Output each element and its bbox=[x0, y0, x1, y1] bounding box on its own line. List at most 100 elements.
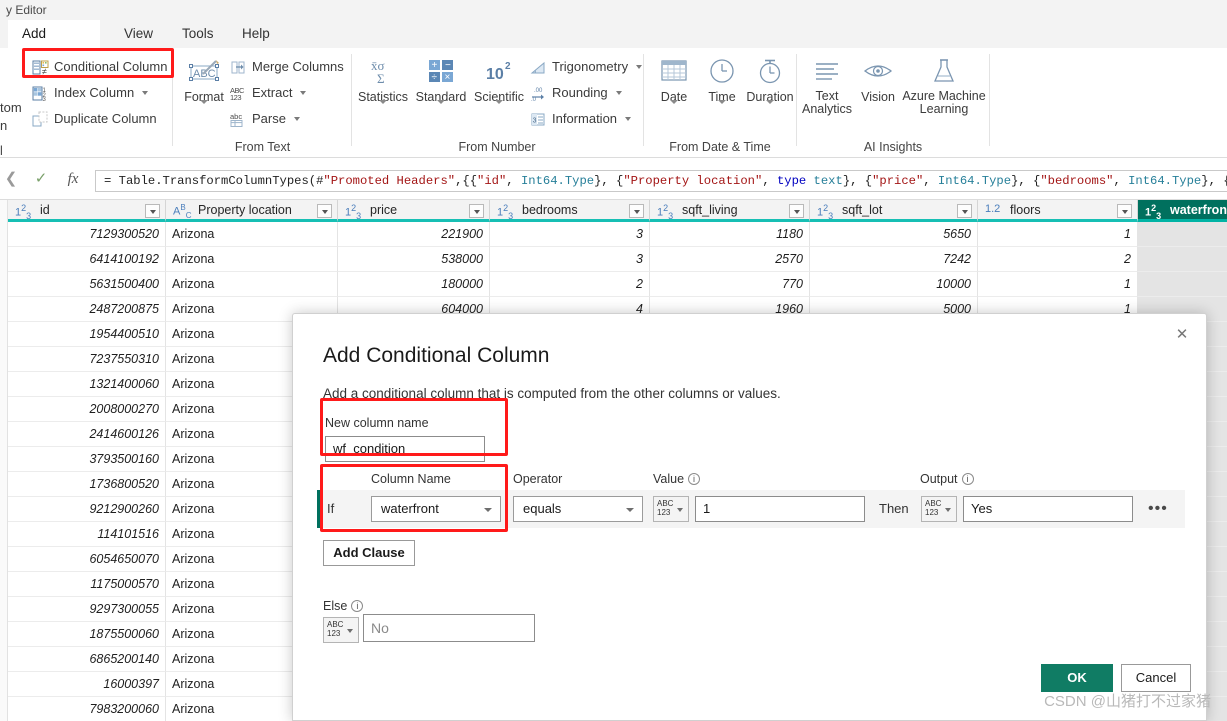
table-cell[interactable]: 3 bbox=[490, 247, 650, 272]
info-icon[interactable]: i bbox=[961, 473, 974, 485]
chevron-down-icon[interactable] bbox=[142, 91, 149, 95]
ribbon-information[interactable]: 3 Information bbox=[530, 108, 632, 130]
column-header-sqft_lot[interactable]: 123 sqft_lot bbox=[810, 200, 978, 222]
ribbon-duration-button[interactable]: Duration bbox=[744, 54, 796, 118]
column-header-sqft_living[interactable]: 123 sqft_living bbox=[650, 200, 810, 222]
chevron-down-icon[interactable] bbox=[670, 100, 678, 118]
table-cell[interactable]: 3 bbox=[490, 222, 650, 247]
ribbon-standard-button[interactable]: + − ÷ × Standard bbox=[410, 54, 472, 118]
table-cell[interactable]: 9297300055 bbox=[8, 597, 166, 622]
table-cell[interactable] bbox=[1138, 272, 1227, 297]
else-value-input[interactable]: No bbox=[363, 614, 535, 642]
chevron-down-icon[interactable] bbox=[300, 91, 307, 95]
chevron-down-icon[interactable] bbox=[437, 100, 445, 118]
table-cell[interactable]: Arizona bbox=[166, 247, 338, 272]
tab-tools[interactable]: Tools bbox=[168, 20, 228, 48]
info-icon[interactable]: i bbox=[351, 600, 364, 612]
ribbon-time-button[interactable]: Time bbox=[698, 54, 746, 118]
chevron-down-icon[interactable] bbox=[718, 100, 726, 118]
table-cell[interactable]: 5650 bbox=[810, 222, 978, 247]
chevron-down-icon[interactable] bbox=[379, 100, 387, 118]
table-cell[interactable]: 2 bbox=[978, 247, 1138, 272]
fx-icon[interactable]: fx bbox=[62, 169, 84, 189]
cancel-button[interactable]: Cancel bbox=[1121, 664, 1191, 692]
table-cell[interactable]: 1 bbox=[978, 222, 1138, 247]
clause-output-input[interactable]: Yes bbox=[963, 496, 1133, 522]
tab-add-column[interactable]: Add Column bbox=[8, 20, 100, 69]
column-filter-dropdown[interactable] bbox=[317, 204, 332, 218]
table-cell[interactable]: 7242 bbox=[810, 247, 978, 272]
ribbon-scientific-button[interactable]: 10 2 Scientific bbox=[468, 54, 530, 118]
table-cell[interactable]: 7237550310 bbox=[8, 347, 166, 372]
table-cell[interactable]: 2570 bbox=[650, 247, 810, 272]
tab-help[interactable]: Help bbox=[228, 20, 284, 48]
table-cell[interactable]: 9212900260 bbox=[8, 497, 166, 522]
clause-output-type-selector[interactable]: ABC 123 bbox=[921, 496, 957, 522]
chevron-down-icon[interactable] bbox=[200, 100, 208, 118]
close-icon[interactable]: ✕ bbox=[1170, 324, 1194, 346]
ribbon-rounding[interactable]: .00 .0 Rounding bbox=[530, 82, 622, 104]
column-filter-dropdown[interactable] bbox=[469, 204, 484, 218]
table-cell[interactable]: 2008000270 bbox=[8, 397, 166, 422]
column-filter-dropdown[interactable] bbox=[629, 204, 644, 218]
tab-view[interactable]: View bbox=[110, 20, 167, 48]
ribbon-conditional-column[interactable]: ≠ Conditional Column bbox=[32, 56, 167, 78]
column-header-floors[interactable]: 1.2 floors bbox=[978, 200, 1138, 222]
table-cell[interactable]: 180000 bbox=[338, 272, 490, 297]
table-cell[interactable]: 2 bbox=[490, 272, 650, 297]
ribbon-merge-columns[interactable]: Merge Columns bbox=[230, 56, 344, 78]
add-clause-button[interactable]: Add Clause bbox=[323, 540, 415, 566]
clause-value-input[interactable]: 1 bbox=[695, 496, 865, 522]
chevron-down-icon[interactable] bbox=[625, 117, 632, 121]
table-cell[interactable]: 5631500400 bbox=[8, 272, 166, 297]
table-cell[interactable]: 1175000570 bbox=[8, 572, 166, 597]
table-cell[interactable]: 6414100192 bbox=[8, 247, 166, 272]
table-cell[interactable]: Arizona bbox=[166, 222, 338, 247]
table-cell[interactable] bbox=[1138, 247, 1227, 272]
clause-value-type-selector[interactable]: ABC 123 bbox=[653, 496, 689, 522]
column-header-property-location[interactable]: ABC Property location bbox=[166, 200, 338, 222]
checkmark-icon[interactable]: ✓ bbox=[30, 169, 52, 189]
table-cell[interactable]: 10000 bbox=[810, 272, 978, 297]
info-icon[interactable]: i bbox=[688, 473, 701, 485]
column-header-waterfront[interactable]: 123 waterfront bbox=[1138, 200, 1227, 222]
ribbon-statistics-button[interactable]: x̄σ Σ Statistics bbox=[352, 54, 414, 118]
table-cell[interactable]: 2487200875 bbox=[8, 297, 166, 322]
ribbon-date-button[interactable]: Date bbox=[650, 54, 698, 118]
else-type-selector[interactable]: ABC 123 bbox=[323, 617, 359, 643]
ok-button[interactable]: OK bbox=[1041, 664, 1113, 692]
table-cell[interactable]: 1736800520 bbox=[8, 472, 166, 497]
chevron-down-icon[interactable] bbox=[495, 100, 503, 118]
table-cell[interactable]: 770 bbox=[650, 272, 810, 297]
column-header-price[interactable]: 123 price bbox=[338, 200, 490, 222]
ribbon-parse[interactable]: abc Parse bbox=[230, 108, 300, 130]
table-cell[interactable]: 7129300520 bbox=[8, 222, 166, 247]
ribbon-format-button[interactable]: ABC Format bbox=[178, 54, 230, 118]
table-cell[interactable]: 1180 bbox=[650, 222, 810, 247]
column-filter-dropdown[interactable] bbox=[789, 204, 804, 218]
table-cell[interactable]: 16000397 bbox=[8, 672, 166, 697]
ribbon-azure-ml-button[interactable]: Azure Machine Learning bbox=[901, 54, 987, 116]
table-cell[interactable]: Arizona bbox=[166, 272, 338, 297]
table-row[interactable]: 6414100192 Arizona 538000 3 2570 7242 2 bbox=[8, 247, 1227, 272]
table-row[interactable]: 5631500400 Arizona 180000 2 770 10000 1 bbox=[8, 272, 1227, 297]
ribbon-trigonometry[interactable]: Trigonometry bbox=[530, 56, 643, 78]
chevron-down-icon[interactable] bbox=[766, 100, 774, 118]
chevron-down-icon[interactable] bbox=[636, 65, 643, 69]
table-cell[interactable]: 1954400510 bbox=[8, 322, 166, 347]
table-cell[interactable]: 538000 bbox=[338, 247, 490, 272]
column-filter-dropdown[interactable] bbox=[1117, 204, 1132, 218]
cancel-chevron-icon[interactable]: ❮ bbox=[0, 169, 22, 189]
clause-operator-dropdown[interactable]: equals bbox=[513, 496, 643, 522]
ribbon-duplicate-column[interactable]: Duplicate Column bbox=[32, 108, 157, 130]
table-cell[interactable]: 221900 bbox=[338, 222, 490, 247]
table-cell[interactable]: 1 bbox=[978, 272, 1138, 297]
ribbon-index-column[interactable]: 1 2 3 Index Column bbox=[32, 82, 149, 104]
table-cell[interactable]: 6865200140 bbox=[8, 647, 166, 672]
column-filter-dropdown[interactable] bbox=[145, 204, 160, 218]
ribbon-vision-button[interactable]: Vision bbox=[855, 54, 901, 104]
chevron-down-icon[interactable] bbox=[293, 117, 300, 121]
column-header-id[interactable]: 123 id bbox=[8, 200, 166, 222]
new-column-name-input[interactable]: wf_condition bbox=[325, 436, 485, 462]
column-header-bedrooms[interactable]: 123 bedrooms bbox=[490, 200, 650, 222]
